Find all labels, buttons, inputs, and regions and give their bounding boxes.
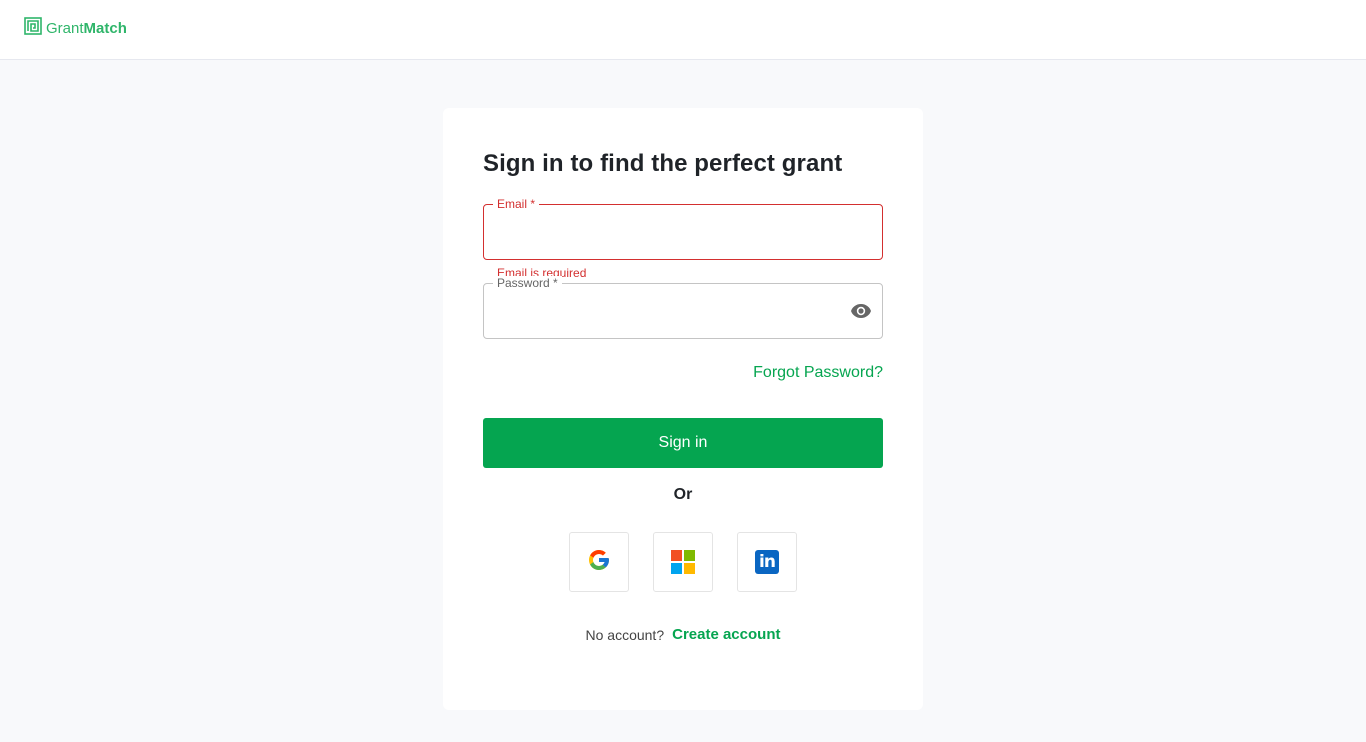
password-label: Password * bbox=[493, 276, 562, 290]
maze-logo-icon bbox=[24, 16, 42, 40]
forgot-password-link[interactable]: Forgot Password? bbox=[753, 364, 883, 382]
microsoft-signin-button[interactable] bbox=[653, 532, 713, 592]
password-field[interactable]: Password * bbox=[483, 276, 883, 339]
top-bar: GrantMatch bbox=[0, 0, 1366, 60]
email-field[interactable]: Email * bbox=[483, 197, 883, 260]
email-input[interactable] bbox=[498, 219, 838, 245]
no-account-text: No account? bbox=[585, 626, 665, 643]
or-divider-text: Or bbox=[673, 486, 693, 503]
password-input[interactable] bbox=[498, 298, 838, 324]
email-label: Email * bbox=[493, 197, 540, 211]
page-title: Sign in to find the perfect grant bbox=[483, 150, 843, 177]
google-signin-button[interactable] bbox=[569, 532, 629, 592]
eye-icon[interactable] bbox=[848, 300, 874, 322]
linkedin-icon: in bbox=[755, 550, 779, 574]
logo-text: GrantMatch bbox=[46, 19, 127, 37]
linkedin-signin-button[interactable]: in bbox=[737, 532, 797, 592]
google-icon bbox=[587, 548, 611, 577]
signin-button[interactable]: Sign in bbox=[483, 418, 883, 468]
signin-card: Sign in to find the perfect grant Email … bbox=[443, 108, 923, 710]
create-account-link[interactable]: Create account bbox=[672, 626, 780, 643]
microsoft-icon bbox=[671, 550, 695, 574]
grantmatch-logo[interactable]: GrantMatch bbox=[24, 16, 127, 40]
create-account-row: No account? Create account bbox=[443, 626, 923, 643]
